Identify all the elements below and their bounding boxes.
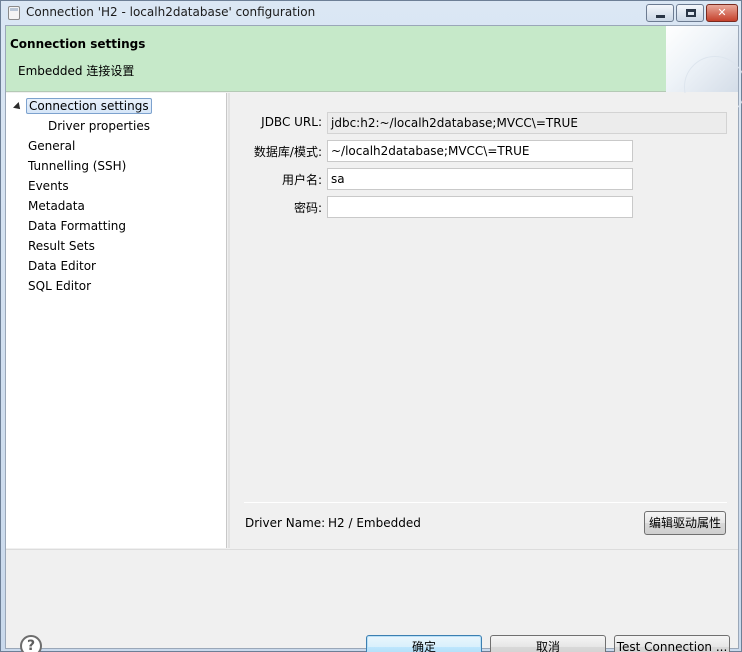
database-schema-label: 数据库/模式: [253, 145, 322, 159]
expand-arrow-icon[interactable] [13, 102, 23, 112]
connection-settings-pane: JDBC URL: jdbc:h2:~/localh2database;MVCC… [230, 93, 738, 548]
window-title: Connection 'H2 - localh2database' config… [26, 5, 316, 19]
tree-item-tunnelling[interactable]: Tunnelling (SSH) [28, 157, 126, 175]
driver-name-value: H2 / Embedded [328, 516, 421, 530]
cancel-button[interactable]: 取消 [490, 635, 606, 652]
jdbc-url-label: JDBC URL: [261, 115, 322, 129]
tree-item-connection-settings[interactable]: Connection settings [26, 97, 152, 115]
help-icon[interactable]: ? [20, 635, 42, 652]
driver-name-label: Driver Name: [245, 516, 326, 530]
edit-driver-button[interactable]: 编辑驱动属性 [644, 511, 726, 535]
ok-button[interactable]: 确定 [366, 635, 482, 652]
button-bar: ? 确定 取消 Test Connection ... [6, 549, 738, 652]
banner-graphic [666, 26, 742, 118]
tree-item-data-editor[interactable]: Data Editor [28, 257, 96, 275]
test-connection-button[interactable]: Test Connection ... [614, 635, 730, 652]
title-bar[interactable]: Connection 'H2 - localh2database' config… [1, 1, 741, 25]
username-label: 用户名: [281, 173, 322, 187]
password-label: 密码: [293, 201, 322, 215]
tree-item-sql-editor[interactable]: SQL Editor [28, 277, 91, 295]
jdbc-url-field[interactable]: jdbc:h2:~/localh2database;MVCC\=TRUE [327, 112, 727, 134]
driver-separator [244, 502, 727, 503]
header-banner: Connection settings Embedded 连接设置 [6, 26, 742, 118]
tree-item-metadata[interactable]: Metadata [28, 197, 85, 215]
tree-item-label: Connection settings [26, 98, 152, 114]
username-input[interactable]: sa [327, 168, 633, 190]
tree-item-driver-properties[interactable]: Driver properties [48, 117, 150, 135]
dialog-client-area: Connection settings Embedded 连接设置 Connec… [5, 25, 742, 652]
minimize-icon [656, 15, 665, 18]
configuration-window: Connection 'H2 - localh2database' config… [0, 0, 742, 652]
database-schema-input[interactable]: ~/localh2database;MVCC\=TRUE [327, 140, 633, 162]
settings-tree: Connection settings Driver properties Ge… [6, 93, 227, 548]
tree-item-data-formatting[interactable]: Data Formatting [28, 217, 126, 235]
close-button[interactable]: ✕ [706, 4, 738, 22]
minimize-button[interactable] [646, 4, 674, 22]
maximize-button[interactable] [676, 4, 704, 22]
close-icon: ✕ [717, 6, 727, 19]
tree-item-general[interactable]: General [28, 137, 75, 155]
window-icon [8, 6, 20, 20]
maximize-icon [686, 9, 696, 17]
tree-item-result-sets[interactable]: Result Sets [28, 237, 95, 255]
password-input[interactable] [327, 196, 633, 218]
tree-item-events[interactable]: Events [28, 177, 69, 195]
banner-title: Connection settings [10, 37, 146, 51]
banner-subtitle: Embedded 连接设置 [18, 64, 135, 78]
